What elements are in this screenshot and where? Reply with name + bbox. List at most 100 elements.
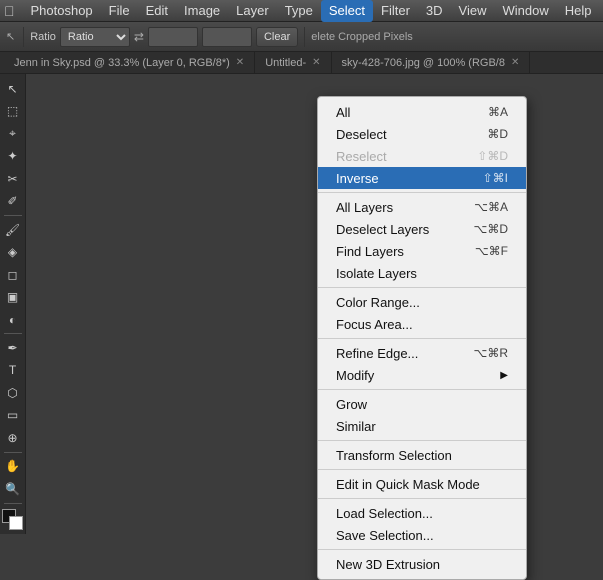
menu-item-focus-area[interactable]: Focus Area... xyxy=(318,313,526,335)
menu-3d[interactable]: 3D xyxy=(418,0,451,22)
tool-pen[interactable]: ✒ xyxy=(2,337,24,358)
ratio-label: Ratio xyxy=(30,31,56,43)
tabs-row: Jenn in Sky.psd @ 33.3% (Layer 0, RGB/8*… xyxy=(0,52,603,74)
clear-button[interactable]: Clear xyxy=(256,27,298,47)
tab-untitled-label: Untitled- xyxy=(265,57,306,69)
tab-untitled-close[interactable]: ✕ xyxy=(312,57,320,68)
menu-filter[interactable]: Filter xyxy=(373,0,418,22)
tool-separator-3 xyxy=(4,452,22,453)
menu-item-all-layers-shortcut: ⌥⌘A xyxy=(474,200,508,214)
dd-separator-1 xyxy=(318,192,526,193)
delete-cropped-label: elete Cropped Pixels xyxy=(311,31,413,43)
tab-sky-label: sky-428-706.jpg @ 100% (RGB/8 xyxy=(342,57,505,69)
select-menu-dropdown: All ⌘A Deselect ⌘D Reselect ⇧⌘D Inverse … xyxy=(317,96,527,580)
menu-view[interactable]: View xyxy=(451,0,495,22)
menu-item-find-layers[interactable]: Find Layers ⌥⌘F xyxy=(318,240,526,262)
menu-item-save-selection[interactable]: Save Selection... xyxy=(318,524,526,546)
options-toolbar: ↖ Ratio Ratio ⇄ Clear elete Cropped Pixe… xyxy=(0,22,603,52)
menu-item-color-range-label: Color Range... xyxy=(336,295,420,310)
menu-item-color-range[interactable]: Color Range... xyxy=(318,291,526,313)
menu-edit[interactable]: Edit xyxy=(138,0,176,22)
menu-image[interactable]: Image xyxy=(176,0,228,22)
toolbar-arrow-icon: ↖ xyxy=(6,30,15,43)
menu-item-transform-selection-label: Transform Selection xyxy=(336,448,452,463)
menu-item-all-shortcut: ⌘A xyxy=(488,105,508,119)
tool-crop[interactable]: ✂ xyxy=(2,168,24,189)
tool-path[interactable]: ⬡ xyxy=(2,382,24,403)
tool-brush[interactable]: 🖌 xyxy=(2,219,24,240)
menu-item-all[interactable]: All ⌘A xyxy=(318,101,526,123)
tool-hand[interactable]: ✋ xyxy=(2,456,24,477)
tool-dodge[interactable]: ◐ xyxy=(2,309,24,330)
menu-item-modify-label: Modify xyxy=(336,368,374,383)
menu-item-modify[interactable]: Modify ▶ xyxy=(318,364,526,386)
menu-item-deselect-label: Deselect xyxy=(336,127,387,142)
menu-item-new-3d-extrusion[interactable]: New 3D Extrusion xyxy=(318,553,526,575)
tool-shape[interactable]: ▭ xyxy=(2,405,24,426)
menu-item-inverse-shortcut: ⇧⌘I xyxy=(483,171,508,185)
menu-photoshop[interactable]: Photoshop xyxy=(23,0,101,22)
menu-type[interactable]: Type xyxy=(277,0,321,22)
tab-jenn[interactable]: Jenn in Sky.psd @ 33.3% (Layer 0, RGB/8*… xyxy=(4,52,255,73)
ratio-select[interactable]: Ratio xyxy=(60,27,130,47)
tool-eyedropper[interactable]: ✐ xyxy=(2,190,24,211)
dd-separator-3 xyxy=(318,338,526,339)
tool-gradient[interactable]: ▣ xyxy=(2,286,24,307)
menu-select[interactable]: Select xyxy=(321,0,373,22)
menu-item-deselect[interactable]: Deselect ⌘D xyxy=(318,123,526,145)
menu-item-refine-edge-shortcut: ⌥⌘R xyxy=(474,346,509,360)
tool-marquee[interactable]: ⬚ xyxy=(2,100,24,121)
color-swatches[interactable] xyxy=(2,509,24,530)
tool-quick-select[interactable]: ✦ xyxy=(2,145,24,166)
canvas-area: All ⌘A Deselect ⌘D Reselect ⇧⌘D Inverse … xyxy=(26,74,603,534)
tool-3d[interactable]: ⊕ xyxy=(2,427,24,448)
menu-item-reselect[interactable]: Reselect ⇧⌘D xyxy=(318,145,526,167)
menu-item-similar[interactable]: Similar xyxy=(318,415,526,437)
tool-eraser[interactable]: ◻ xyxy=(2,264,24,285)
menu-item-refine-edge-label: Refine Edge... xyxy=(336,346,418,361)
menu-item-reselect-shortcut: ⇧⌘D xyxy=(477,149,508,163)
menu-item-deselect-layers-label: Deselect Layers xyxy=(336,222,429,237)
menu-item-load-selection[interactable]: Load Selection... xyxy=(318,502,526,524)
main-area: ↖ ⬚ ⌖ ✦ ✂ ✐ 🖌 ◈ ◻ ▣ ◐ ✒ T ⬡ ▭ ⊕ ✋ 🔍 Al xyxy=(0,74,603,534)
tab-sky-close[interactable]: ✕ xyxy=(511,57,519,68)
menu-file[interactable]: File xyxy=(101,0,138,22)
menu-item-new-3d-extrusion-label: New 3D Extrusion xyxy=(336,557,440,572)
tool-zoom[interactable]: 🔍 xyxy=(2,478,24,499)
menu-item-save-selection-label: Save Selection... xyxy=(336,528,434,543)
menu-item-transform-selection[interactable]: Transform Selection xyxy=(318,444,526,466)
tab-jenn-close[interactable]: ✕ xyxy=(236,57,244,68)
width-input[interactable] xyxy=(148,27,198,47)
tool-lasso[interactable]: ⌖ xyxy=(2,123,24,144)
tool-separator-1 xyxy=(4,215,22,216)
menu-item-deselect-layers[interactable]: Deselect Layers ⌥⌘D xyxy=(318,218,526,240)
menu-item-reselect-label: Reselect xyxy=(336,149,387,164)
menu-item-quick-mask[interactable]: Edit in Quick Mask Mode xyxy=(318,473,526,495)
modify-arrow-icon: ▶ xyxy=(500,370,508,381)
menu-item-all-layers-label: All Layers xyxy=(336,200,393,215)
menu-item-all-layers[interactable]: All Layers ⌥⌘A xyxy=(318,196,526,218)
menu-layer[interactable]: Layer xyxy=(228,0,277,22)
tab-sky[interactable]: sky-428-706.jpg @ 100% (RGB/8 ✕ xyxy=(332,52,531,73)
menu-window[interactable]: Window xyxy=(495,0,557,22)
tab-untitled[interactable]: Untitled- ✕ xyxy=(255,52,331,73)
dd-separator-6 xyxy=(318,469,526,470)
toolbar-separator-1 xyxy=(23,27,24,47)
menu-item-isolate-layers[interactable]: Isolate Layers xyxy=(318,262,526,284)
menu-item-deselect-shortcut: ⌘D xyxy=(487,127,508,141)
menu-item-grow[interactable]: Grow xyxy=(318,393,526,415)
menu-item-isolate-layers-label: Isolate Layers xyxy=(336,266,417,281)
tool-separator-2 xyxy=(4,333,22,334)
menu-item-refine-edge[interactable]: Refine Edge... ⌥⌘R xyxy=(318,342,526,364)
tool-clone[interactable]: ◈ xyxy=(2,241,24,262)
height-input[interactable] xyxy=(202,27,252,47)
menu-item-inverse[interactable]: Inverse ⇧⌘I xyxy=(318,167,526,189)
tool-move[interactable]: ↖ xyxy=(2,78,24,99)
tool-text[interactable]: T xyxy=(2,360,24,381)
toolbar-separator-2 xyxy=(304,27,305,47)
background-color[interactable] xyxy=(9,516,23,530)
tool-separator-4 xyxy=(4,503,22,504)
dd-separator-4 xyxy=(318,389,526,390)
menu-item-grow-label: Grow xyxy=(336,397,367,412)
menu-help[interactable]: Help xyxy=(557,0,600,22)
